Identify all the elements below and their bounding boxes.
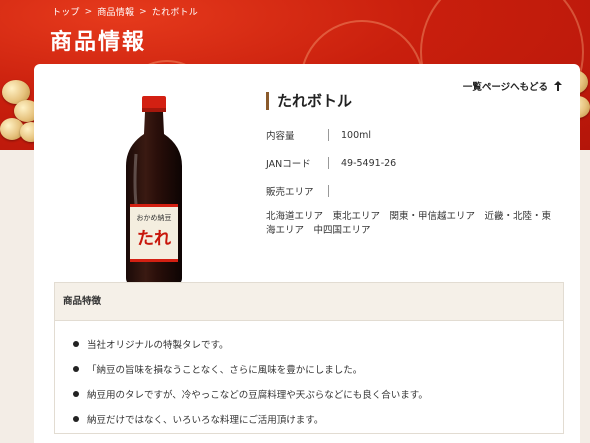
breadcrumb-item-current: たれボトル	[151, 8, 198, 18]
spec-row-area: 販売エリア	[266, 184, 341, 198]
breadcrumb: トップ > 商品情報 > たれボトル	[52, 5, 198, 19]
breadcrumb-item-top[interactable]: トップ	[52, 5, 80, 18]
spec-divider	[328, 157, 329, 169]
page-title: 商品情報	[50, 30, 147, 55]
spec-value: 100ml	[341, 129, 372, 141]
bullet-icon	[73, 340, 79, 347]
product-bottle-image: おかめ納豆 たれ	[124, 96, 184, 289]
feature-text: 納豆用のタレですが、冷やっこなどの豆腐料理や天ぷらなどにも良く合います。	[87, 389, 428, 401]
spec-divider	[328, 185, 329, 197]
back-to-list-link[interactable]: 一覧ページへもどる	[463, 79, 562, 93]
bullet-icon	[73, 365, 79, 372]
feature-text: 納豆だけではなく、いろいろな料理にご活用頂けます。	[87, 414, 324, 426]
feature-item: 「納豆の旨味を損なうことなく、さらに風味を豊かにしました。	[73, 356, 563, 381]
bullet-icon	[73, 415, 79, 422]
svg-text:たれ: たれ	[137, 229, 171, 249]
features-section: 商品特徴 当社オリジナルの特製タレです。 「納豆の旨味を損なうことなく、さらに風…	[54, 282, 564, 434]
feature-item: 納豆だけではなく、いろいろな料理にご活用頂けます。	[73, 406, 563, 431]
spec-label: JANコード	[266, 159, 311, 170]
feature-item: 納豆用のタレですが、冷やっこなどの豆腐料理や天ぷらなどにも良く合います。	[73, 381, 563, 406]
spec-divider	[328, 129, 329, 141]
svg-text:おかめ納豆: おかめ納豆	[137, 213, 172, 222]
spec-row-jan: JANコード 49-5491-26	[266, 156, 396, 170]
feature-text: 当社オリジナルの特製タレです。	[87, 339, 229, 351]
back-to-list-label: 一覧ページへもどる	[462, 82, 548, 93]
feature-text: 「納豆の旨味を損なうことなく、さらに風味を豊かにしました。	[87, 364, 363, 376]
features-heading: 商品特徴	[55, 283, 563, 321]
features-list: 当社オリジナルの特製タレです。 「納豆の旨味を損なうことなく、さらに風味を豊かに…	[55, 321, 563, 431]
spec-label: 販売エリア	[266, 187, 314, 198]
bullet-icon	[73, 390, 79, 397]
breadcrumb-separator: >	[84, 6, 93, 17]
product-name: たれボトル	[266, 92, 352, 110]
arrow-up-icon	[554, 81, 562, 91]
sales-areas-text: 北海道エリア 東北エリア 関東・甲信越エリア 近畿・北陸・東海エリア 中四国エリ…	[266, 211, 552, 236]
breadcrumb-item-products[interactable]: 商品情報	[97, 5, 134, 18]
spec-value: 49-5491-26	[341, 157, 397, 169]
breadcrumb-separator: >	[139, 6, 147, 17]
product-card: 一覧ページへもどる おかめ納豆 たれ たれボトル 内容量 100ml JANコー…	[34, 64, 580, 443]
spec-label: 内容量	[266, 131, 295, 142]
spec-row-volume: 内容量 100ml	[266, 128, 371, 142]
feature-item: 当社オリジナルの特製タレです。	[73, 331, 563, 356]
